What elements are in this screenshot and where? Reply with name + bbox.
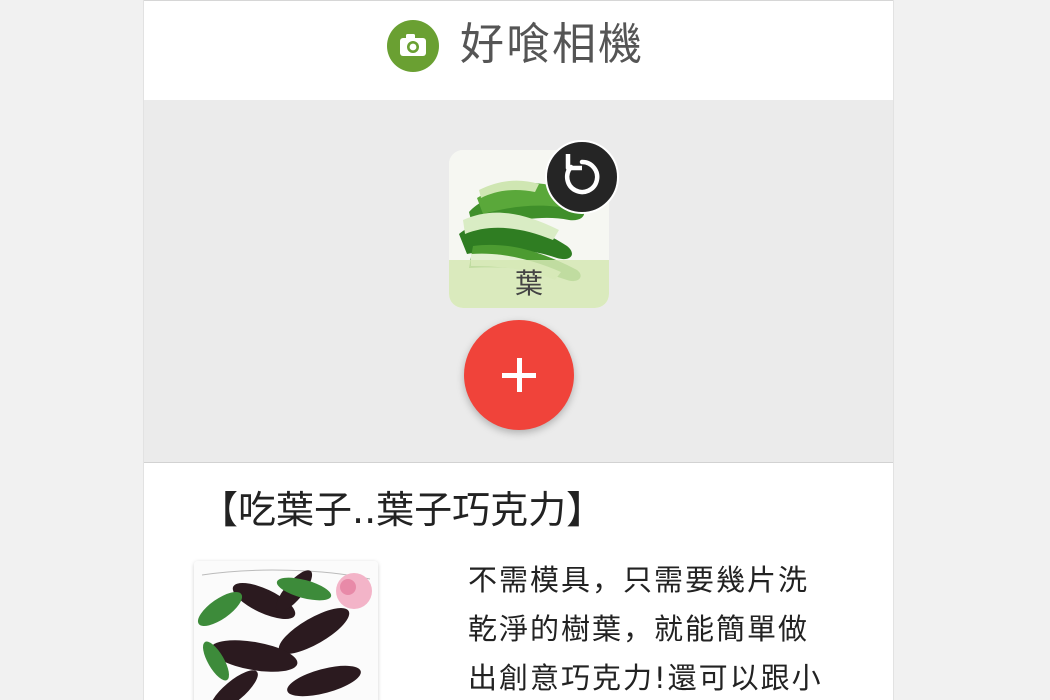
- refresh-icon: [565, 154, 600, 195]
- capture-area: 葉: [144, 100, 893, 463]
- add-photo-button[interactable]: [464, 320, 574, 430]
- excerpt-line: 乾淨的樹葉，就能簡單做: [468, 612, 810, 646]
- leaves-chocolate-image: [194, 561, 378, 700]
- camera-icon: [400, 34, 426, 56]
- article-card[interactable]: 【吃葉子..葉子巧克力】 不需模具，只需要幾片洗 乾淨的樹葉，就能簡單做 出創意…: [144, 463, 893, 700]
- retake-button[interactable]: [545, 140, 619, 214]
- article-title[interactable]: 【吃葉子..葉子巧克力】: [200, 485, 604, 535]
- camera-logo: [387, 20, 439, 72]
- app-title: 好喰相機: [460, 19, 644, 70]
- app-header: 好喰相機: [144, 0, 893, 100]
- excerpt-line: 出創意巧克力!還可以跟小: [468, 661, 823, 695]
- plus-icon: [502, 358, 536, 392]
- excerpt-line: 不需模具，只需要幾片洗: [468, 563, 810, 597]
- article-excerpt[interactable]: 不需模具，只需要幾片洗 乾淨的樹葉，就能簡單做 出創意巧克力!還可以跟小: [468, 556, 838, 700]
- thumbnail-label: 葉: [449, 260, 609, 308]
- article-image[interactable]: [194, 561, 378, 700]
- app-screen: 好喰相機 葉 【吃葉子..葉子巧克力】 不需模具，只需要幾片洗 乾淨的樹葉，就能…: [143, 0, 894, 700]
